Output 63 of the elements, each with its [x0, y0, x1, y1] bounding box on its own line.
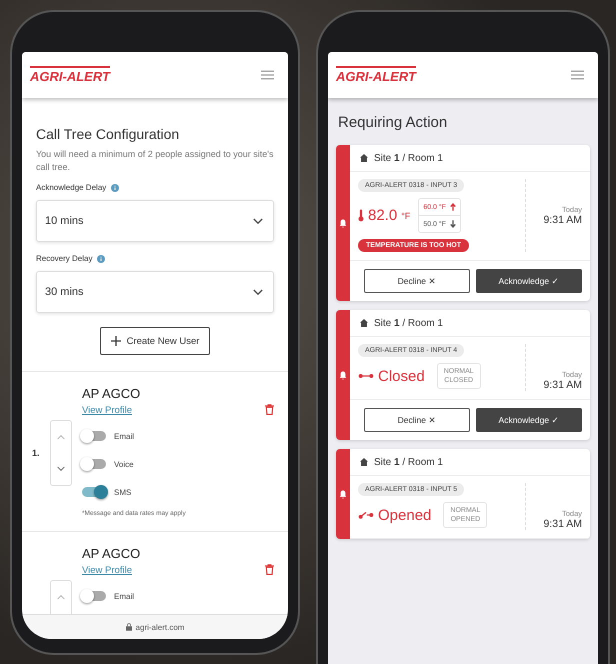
chevron-down-icon[interactable]	[57, 466, 65, 472]
closed-contact-icon	[358, 372, 374, 380]
description-text: You will need a minimum of 2 people assigned to your site's call tree.	[36, 148, 274, 174]
logo: AGRI-ALERT	[336, 66, 416, 84]
arrow-up-icon	[450, 203, 456, 211]
decline-button[interactable]: Decline ✕	[364, 408, 470, 432]
user-name: AP AGCO	[82, 546, 142, 562]
chevron-down-icon	[253, 218, 263, 225]
info-icon[interactable]	[111, 184, 120, 192]
url-text: agri-alert.com	[136, 622, 184, 632]
chevron-up-icon[interactable]	[57, 434, 65, 440]
location-text: Site 1 / Room 1	[374, 318, 443, 328]
info-icon[interactable]	[97, 254, 106, 263]
acknowledge-button[interactable]: Acknowledge ✓	[476, 269, 582, 293]
toggle-switch[interactable]	[82, 431, 106, 442]
contact-state: Closed	[378, 368, 425, 385]
plus-icon	[110, 336, 121, 346]
alert-time: 9:31 AM	[543, 214, 582, 226]
page-title: Requiring Action	[338, 114, 448, 131]
toggle-switch[interactable]	[82, 459, 106, 470]
create-user-button[interactable]: Create New User	[100, 327, 210, 356]
decline-button[interactable]: Decline ✕	[364, 269, 470, 293]
alert-time: 9:31 AM	[543, 518, 582, 530]
page-title: Call Tree Configuration	[36, 126, 180, 142]
toggle-switch[interactable]	[82, 591, 106, 602]
order-number: 1.	[32, 448, 41, 458]
house-icon	[360, 154, 368, 162]
delay-dropdown[interactable]: 30 mins	[36, 271, 274, 314]
trash-icon[interactable]	[265, 404, 274, 416]
open-contact-icon	[358, 511, 374, 520]
house-icon	[360, 319, 368, 327]
channel-label: Email	[114, 432, 134, 441]
delay-dropdown[interactable]: 10 mins	[36, 200, 274, 242]
trash-icon[interactable]	[265, 564, 274, 576]
bell-icon	[339, 490, 347, 498]
location-text: Site 1 / Room 1	[374, 456, 443, 468]
bell-icon	[339, 218, 347, 228]
field-label: Acknowledge Delay	[36, 183, 106, 192]
menu-icon[interactable]	[261, 70, 274, 80]
view-profile-link[interactable]: View Profile	[82, 565, 255, 576]
acknowledge-button[interactable]: Acknowledge ✓	[476, 408, 582, 432]
bell-icon	[339, 370, 347, 380]
menu-icon[interactable]	[571, 70, 584, 80]
house-icon	[360, 458, 368, 466]
channel-label: SMS	[114, 488, 132, 497]
location-text: Site 1 / Room 1	[374, 152, 443, 164]
arrow-down-icon	[450, 220, 456, 228]
logo: AGRI-ALERT	[30, 66, 110, 84]
temperature-unit: °F	[401, 210, 410, 220]
lock-icon	[126, 623, 132, 631]
chevron-up-icon[interactable]	[57, 594, 65, 600]
view-profile-link[interactable]: View Profile	[82, 405, 255, 416]
chevron-down-icon	[253, 288, 263, 296]
field-label: Recovery Delay	[36, 254, 92, 264]
toggle-switch[interactable]	[82, 487, 106, 498]
address-bar[interactable]: agri-alert.com	[22, 614, 288, 639]
thermometer-icon	[358, 209, 364, 222]
contact-state: Opened	[378, 506, 432, 524]
alert-time: 9:31 AM	[543, 379, 582, 391]
channel-label: Email	[114, 592, 134, 601]
user-name: AP AGCO	[82, 386, 142, 402]
channel-label: Voice	[114, 460, 134, 469]
temperature-reading: 82.0	[368, 207, 398, 224]
